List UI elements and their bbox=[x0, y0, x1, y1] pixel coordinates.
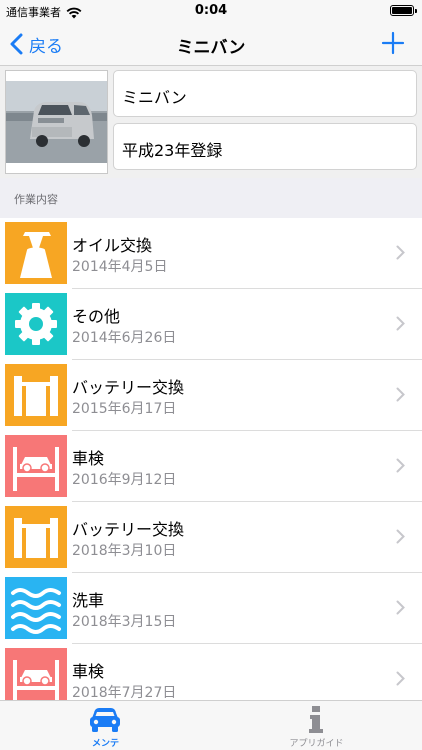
record-date: 2018年3月15日 bbox=[72, 614, 177, 630]
chevron-right-icon bbox=[396, 671, 405, 686]
water-waves-icon bbox=[5, 577, 67, 639]
maintenance-list: オイル交換 2014年4月5日 その他 2014年6月26日 バッテリー交換 2… bbox=[0, 218, 422, 715]
section-header: 作業内容 bbox=[0, 178, 422, 218]
vehicle-photo[interactable] bbox=[5, 70, 108, 174]
record-date: 2014年6月26日 bbox=[72, 330, 177, 346]
record-date: 2015年6月17日 bbox=[72, 401, 177, 417]
status-bar: 通信事業者 0:04 bbox=[0, 0, 422, 22]
record-date: 2018年7月27日 bbox=[72, 685, 177, 701]
battery-icon bbox=[390, 5, 417, 16]
battery-icon bbox=[5, 506, 67, 568]
chevron-right-icon bbox=[396, 458, 405, 473]
tab-maintenance[interactable]: メンテ bbox=[0, 701, 211, 750]
page-title: ミニバン bbox=[176, 38, 246, 58]
oil-can-icon bbox=[5, 222, 67, 284]
vehicle-header: ミニバン 平成23年登録 bbox=[0, 66, 422, 178]
tab-app-guide[interactable]: アプリガイド bbox=[211, 701, 422, 750]
record-date: 2014年4月5日 bbox=[72, 259, 168, 275]
gear-icon bbox=[5, 293, 67, 355]
list-item[interactable]: バッテリー交換 2015年6月17日 bbox=[0, 360, 422, 431]
tab-label: メンテ bbox=[91, 739, 119, 749]
chevron-right-icon bbox=[396, 316, 405, 331]
record-title: その他 bbox=[72, 307, 121, 326]
section-title: 作業内容 bbox=[14, 193, 58, 206]
list-item[interactable]: バッテリー交換 2018年3月10日 bbox=[0, 502, 422, 573]
info-icon bbox=[309, 706, 323, 733]
list-item[interactable]: オイル交換 2014年4月5日 bbox=[0, 218, 422, 289]
car-icon bbox=[90, 708, 120, 732]
record-title: 洗車 bbox=[72, 591, 105, 610]
tab-label: アプリガイド bbox=[289, 739, 344, 749]
chevron-right-icon bbox=[396, 529, 405, 544]
record-title: 車検 bbox=[72, 449, 105, 468]
list-item[interactable]: その他 2014年6月26日 bbox=[0, 289, 422, 360]
record-date: 2018年3月10日 bbox=[72, 543, 177, 559]
plus-icon[interactable] bbox=[380, 30, 406, 56]
chevron-right-icon bbox=[396, 600, 405, 615]
record-title: オイル交換 bbox=[72, 236, 153, 255]
record-title: バッテリー交換 bbox=[72, 520, 185, 539]
vehicle-registration-field[interactable]: 平成23年登録 bbox=[113, 123, 417, 170]
list-item[interactable]: 車検 2016年9月12日 bbox=[0, 431, 422, 502]
battery-icon bbox=[5, 364, 67, 426]
chevron-right-icon bbox=[396, 387, 405, 402]
chevron-right-icon bbox=[396, 245, 405, 260]
list-item[interactable]: 洗車 2018年3月15日 bbox=[0, 573, 422, 644]
car-lift-icon bbox=[5, 435, 67, 497]
tab-bar: メンテ アプリガイド bbox=[0, 700, 422, 750]
navigation-bar: 戻る ミニバン bbox=[0, 22, 422, 66]
vehicle-name-field[interactable]: ミニバン bbox=[113, 70, 417, 117]
status-time: 0:04 bbox=[194, 3, 228, 18]
record-title: 車検 bbox=[72, 662, 105, 681]
record-title: バッテリー交換 bbox=[72, 378, 185, 397]
record-date: 2016年9月12日 bbox=[72, 472, 177, 488]
